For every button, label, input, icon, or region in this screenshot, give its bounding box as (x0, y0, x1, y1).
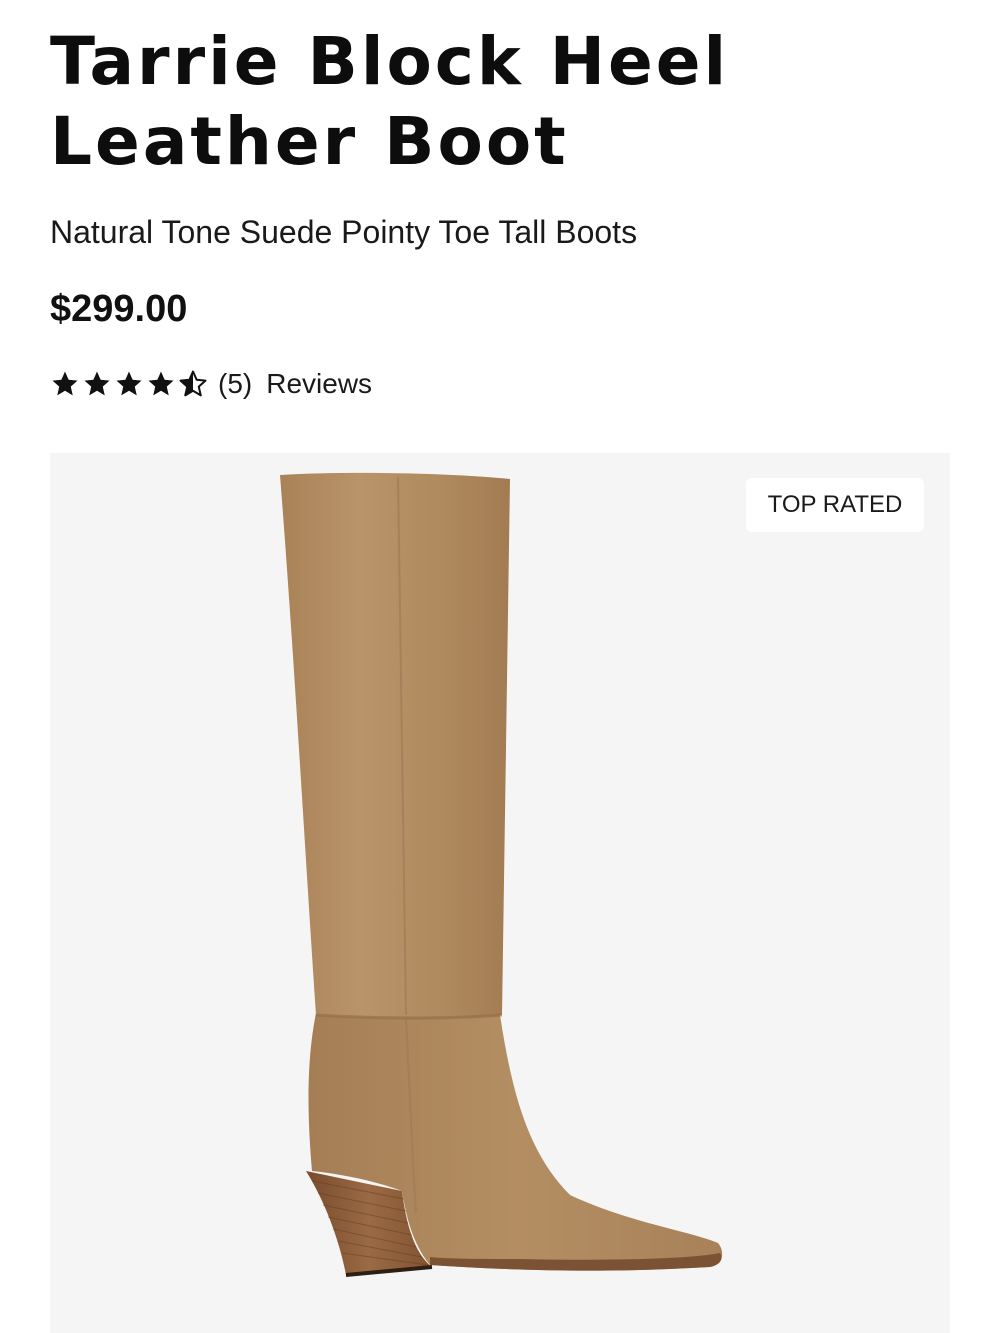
boot-image (280, 472, 723, 1277)
product-header: Tarrie Block Heel Leather Boot Natural T… (50, 22, 950, 399)
product-image-panel[interactable]: TOP RATED (50, 453, 950, 1333)
boot-shaft (280, 472, 510, 1019)
rating-row[interactable]: (5) Reviews (50, 364, 372, 404)
product-subtitle: Natural Tone Suede Pointy Toe Tall Boots (50, 214, 638, 250)
top-rated-badge: TOP RATED (746, 478, 924, 532)
star-half-icon (179, 370, 207, 397)
rating-stars (50, 369, 208, 399)
star-full-icon (84, 371, 110, 396)
star-full-icon (52, 371, 78, 396)
star-full-icon (148, 371, 174, 396)
product-title: Tarrie Block Heel Leather Boot (50, 23, 730, 180)
rating-count: (5) (218, 368, 253, 399)
product-price: $299.00 (50, 288, 188, 330)
reviews-link[interactable]: Reviews (266, 368, 372, 400)
star-full-icon (116, 371, 142, 396)
